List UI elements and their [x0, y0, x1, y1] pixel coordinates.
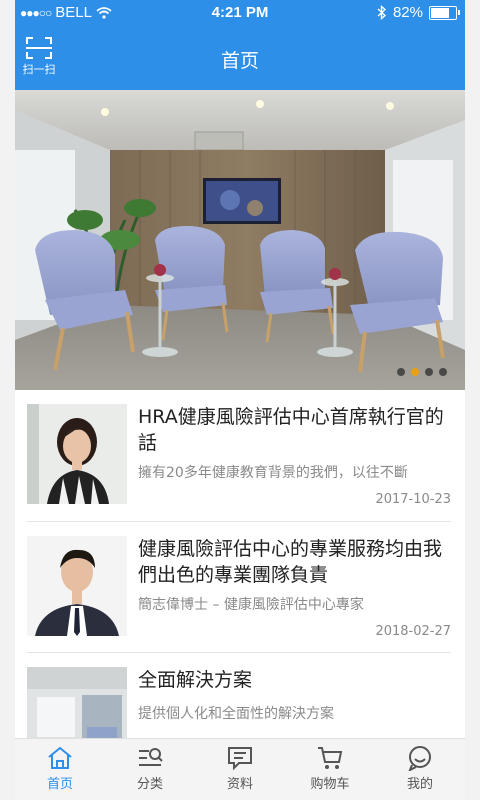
article-title: HRA健康風險評估中心首席執行官的話 [138, 406, 444, 454]
list-item[interactable]: 健康風險評估中心的專業服務均由我們出色的專業團隊負責 簡志偉博士 – 健康風險評… [27, 522, 451, 653]
battery-percent: 82% [392, 4, 423, 21]
battery-icon [429, 5, 460, 20]
tab-cart[interactable]: 购物车 [285, 739, 375, 800]
status-bar: ●●●○○ BELL 4:21 PM 82% [15, 0, 465, 26]
article-date: 2018-02-27 [375, 624, 451, 639]
message-icon [228, 747, 252, 771]
list-item[interactable]: 全面解決方案 提供個人化和全面性的解決方案 [27, 653, 451, 767]
article-description: 簡志偉博士 – 健康風險評估中心專家 [138, 597, 364, 613]
tab-label: 首页 [46, 777, 73, 792]
article-title: 全面解決方案 [138, 669, 253, 691]
tab-info[interactable]: 资料 [195, 739, 285, 800]
tab-category[interactable]: 分类 [105, 739, 195, 800]
article-date: 2017-10-23 [375, 492, 451, 507]
tab-label: 我的 [406, 777, 433, 792]
article-title: 健康風險評估中心的專業服務均由我們出色的專業團隊負責 [138, 538, 443, 586]
article-description: 提供個人化和全面性的解決方案 [138, 706, 334, 722]
list-item[interactable]: HRA健康風險評估中心首席執行官的話 擁有20多年健康教育背景的我們，以往不斷 … [27, 390, 451, 522]
tab-home[interactable]: 首页 [15, 739, 105, 800]
cart-icon [318, 747, 343, 769]
page-title: 首页 [220, 50, 259, 72]
tab-label: 分类 [136, 777, 163, 792]
tab-label: 资料 [226, 777, 253, 792]
tab-profile[interactable]: 我的 [375, 739, 465, 800]
tab-label: 购物车 [310, 777, 350, 792]
header-bar: ●●●○○ BELL 4:21 PM 82% 扫一扫 首页 [15, 0, 465, 90]
article-thumbnail [27, 536, 127, 636]
carousel-indicators [397, 368, 447, 376]
article-description: 擁有20多年健康教育背景的我們，以往不斷 [138, 465, 408, 481]
app-screen: ●●●○○ BELL 4:21 PM 82% 扫一扫 首页 HRA健康風險評估中… [15, 0, 465, 800]
home-icon [48, 746, 72, 769]
banner-carousel[interactable] [15, 90, 465, 390]
bluetooth-icon [377, 5, 387, 20]
carousel-dot[interactable] [439, 368, 447, 376]
bottom-tab-bar: 首页 分类 资料 购物车 我的 [15, 738, 465, 800]
banner-image [15, 90, 465, 390]
carousel-dot[interactable] [425, 368, 433, 376]
carousel-dot[interactable] [397, 368, 405, 376]
article-thumbnail [27, 404, 127, 504]
carousel-dot[interactable] [411, 368, 419, 376]
category-search-icon [139, 748, 163, 766]
profile-icon [408, 746, 431, 771]
